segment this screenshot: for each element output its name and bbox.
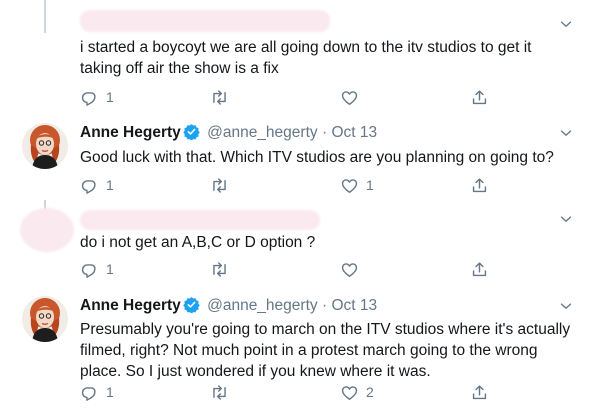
tweet-date[interactable]: Oct 13 [331, 297, 377, 314]
chevron-down-icon [557, 210, 575, 228]
reply-icon [80, 176, 99, 195]
retweet-icon [210, 383, 229, 402]
tweet-actions: 1 2 [80, 380, 500, 404]
reply-count: 1 [106, 384, 114, 400]
tweet-header: Anne Hegerty @anne_hegerty · Oct 13 [80, 123, 377, 142]
heart-icon [340, 88, 359, 107]
share-button[interactable] [470, 85, 489, 109]
verified-badge-icon [183, 296, 200, 313]
like-button[interactable] [340, 85, 359, 109]
author-handle[interactable]: @anne_hegerty [207, 124, 318, 141]
reply-button[interactable]: 1 [80, 85, 114, 109]
share-button[interactable] [470, 257, 489, 281]
tweet-text: i started a boycoyt we are all going dow… [80, 39, 532, 77]
heart-icon [340, 176, 359, 195]
retweet-button[interactable] [210, 173, 229, 197]
tweet-menu-button[interactable] [557, 210, 575, 233]
tweet[interactable]: Anne Hegerty @anne_hegerty · Oct 13 Pres… [0, 288, 590, 410]
heart-icon [340, 260, 359, 279]
tweet-menu-button[interactable] [557, 297, 575, 320]
author-name[interactable]: Anne Hegerty [80, 124, 181, 141]
tweet-text: Good luck with that. Which ITV studios a… [80, 149, 554, 166]
tweet-text: Presumably you're going to march on the … [80, 321, 571, 380]
chevron-down-icon [557, 124, 575, 142]
tweet[interactable]: do i not get an A,B,C or D option ? 1 [0, 200, 590, 288]
reply-button[interactable]: 1 [80, 173, 114, 197]
reply-button[interactable]: 1 [80, 380, 114, 404]
author-name[interactable]: Anne Hegerty [80, 297, 181, 314]
tweet[interactable]: i started a boycoyt we are all going dow… [0, 0, 590, 110]
like-button[interactable]: 1 [340, 173, 374, 197]
tweet-text: do i not get an A,B,C or D option ? [80, 234, 316, 251]
author-handle[interactable]: @anne_hegerty [207, 297, 318, 314]
share-button[interactable] [470, 173, 489, 197]
tweet[interactable]: Anne Hegerty @anne_hegerty · Oct 13 Good… [0, 110, 590, 200]
retweet-button[interactable] [210, 257, 229, 281]
like-count: 2 [366, 384, 374, 400]
retweet-icon [210, 260, 229, 279]
tweet-menu-button[interactable] [557, 124, 575, 147]
share-icon [470, 88, 489, 107]
reply-icon [80, 260, 99, 279]
retweet-button[interactable] [210, 380, 229, 404]
share-button[interactable] [470, 380, 489, 404]
thread-line [44, 0, 46, 33]
avatar[interactable] [22, 123, 68, 169]
reply-icon [80, 383, 99, 402]
retweet-icon [210, 176, 229, 195]
reply-count: 1 [106, 261, 114, 277]
tweet-menu-button[interactable] [557, 15, 575, 38]
share-icon [470, 176, 489, 195]
like-button[interactable] [340, 257, 359, 281]
retweet-icon [210, 88, 229, 107]
reply-icon [80, 88, 99, 107]
tweet-date[interactable]: Oct 13 [331, 124, 377, 141]
reply-count: 1 [106, 177, 114, 193]
verified-badge-icon [183, 123, 200, 140]
share-icon [470, 260, 489, 279]
chevron-down-icon [557, 297, 575, 315]
like-button[interactable]: 2 [340, 380, 374, 404]
reply-count: 1 [106, 89, 114, 105]
tweet-actions: 1 1 [80, 173, 500, 197]
retweet-button[interactable] [210, 85, 229, 109]
tweet-actions: 1 [80, 257, 500, 281]
tweet-header: Anne Hegerty @anne_hegerty · Oct 13 [80, 296, 377, 315]
reply-button[interactable]: 1 [80, 257, 114, 281]
heart-icon [340, 383, 359, 402]
separator-dot: · [321, 124, 328, 141]
redacted-username [80, 210, 320, 230]
avatar[interactable] [22, 296, 68, 342]
separator-dot: · [321, 297, 328, 314]
redacted-avatar [20, 208, 74, 252]
tweet-actions: 1 [80, 85, 500, 109]
redacted-username [80, 10, 330, 32]
share-icon [470, 383, 489, 402]
chevron-down-icon [557, 15, 575, 33]
like-count: 1 [366, 177, 374, 193]
